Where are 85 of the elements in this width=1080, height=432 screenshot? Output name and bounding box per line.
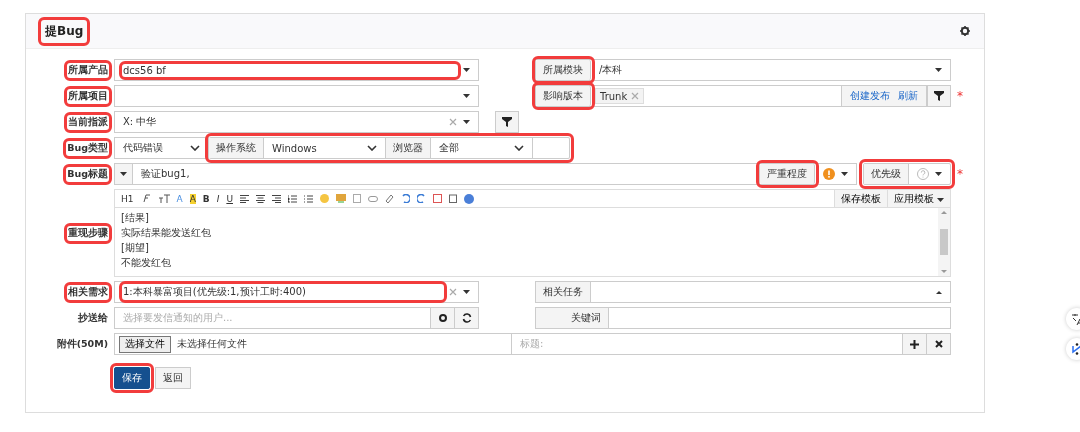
scrollbar[interactable] <box>938 208 950 276</box>
choose-file-button[interactable]: 选择文件 <box>119 335 171 353</box>
plus-icon <box>910 339 919 349</box>
steps-editor[interactable]: [结果] 实际结果能发送红包 [期望] 不能发红包 <box>114 207 951 277</box>
editor-line: 实际结果能发送红包 <box>121 226 212 240</box>
link[interactable]: 刷新 <box>898 89 918 103</box>
link-icon[interactable] <box>367 195 378 202</box>
caret-icon <box>935 172 942 176</box>
version-tag[interactable]: Trunk <box>595 88 645 104</box>
caret-icon <box>463 120 470 124</box>
caret-icon <box>937 197 944 202</box>
title-input[interactable]: 验证bug1, <box>114 163 760 185</box>
chevron-icon <box>367 145 377 151</box>
caret-icon <box>936 290 942 294</box>
page-break-icon[interactable] <box>432 194 442 203</box>
align-center-icon[interactable] <box>255 194 265 203</box>
type-select[interactable]: 代码错误 <box>114 137 209 159</box>
font-size-icon[interactable] <box>157 194 170 203</box>
translate-icon <box>1071 313 1080 325</box>
required-mark: * <box>957 167 964 181</box>
underline-tool[interactable]: U <box>226 193 233 204</box>
caret-icon <box>463 94 470 98</box>
filter-button[interactable] <box>495 111 519 133</box>
remove-button[interactable] <box>927 333 951 355</box>
file-icon[interactable] <box>352 194 361 203</box>
help-icon[interactable] <box>463 193 474 204</box>
field-label: 附件(50M) <box>56 337 108 351</box>
editor-line: 不能发红包 <box>121 256 172 270</box>
editor-line: [结果] <box>121 211 150 225</box>
numbered-list-icon[interactable] <box>287 194 297 203</box>
question-icon <box>917 168 929 180</box>
task-select[interactable]: 相关任务 <box>535 281 951 303</box>
back-button[interactable]: 返回 <box>155 367 191 389</box>
align-left-icon[interactable] <box>239 194 249 203</box>
refresh-button[interactable] <box>455 307 479 329</box>
scroll-up-icon[interactable] <box>941 211 947 214</box>
os-select[interactable]: Windows <box>264 138 385 158</box>
settings-icon[interactable] <box>960 26 970 36</box>
assignee-select[interactable]: X: 中华 <box>114 111 479 133</box>
refresh-icon <box>461 313 472 323</box>
color-caret-icon <box>120 172 127 176</box>
settings-icon <box>437 313 448 323</box>
chevron-icon <box>190 145 200 151</box>
filter-icon <box>502 117 512 127</box>
editor-line: [期望] <box>121 241 150 255</box>
file-input[interactable]: 选择文件 未选择任何文件 <box>114 333 512 355</box>
bullet-list-icon[interactable] <box>303 194 313 203</box>
caret-icon <box>463 68 470 72</box>
clear-icon[interactable] <box>449 118 457 126</box>
highlight-tool[interactable]: A <box>189 193 196 204</box>
undo-icon[interactable] <box>400 194 410 203</box>
filter-button[interactable] <box>927 85 951 107</box>
caret-icon <box>463 290 470 294</box>
filter-icon <box>934 91 944 101</box>
template-button[interactable]: 应用模板 <box>886 190 950 207</box>
story-select[interactable]: 1:本科暴富项目(优先级:1,预计工时:400) <box>114 281 479 303</box>
align-right-icon[interactable] <box>271 194 281 203</box>
font-family-icon[interactable] <box>140 194 151 203</box>
italic-tool[interactable]: I <box>216 193 220 204</box>
module-select[interactable]: 所属模块 /本科 <box>535 59 951 81</box>
product-select[interactable]: dcs56 bf <box>114 59 479 81</box>
chevron-icon <box>514 145 524 151</box>
file-status: 未选择任何文件 <box>177 337 247 351</box>
close-icon <box>934 340 943 348</box>
browser-select[interactable]: 全部 <box>431 138 532 158</box>
settings-button[interactable] <box>431 307 455 329</box>
link[interactable]: 创建发布 <box>850 89 890 103</box>
keywords-input[interactable]: 关键词 <box>535 307 951 329</box>
heading-tool[interactable]: H1 <box>121 193 134 204</box>
os-label: 操作系统 <box>209 138 264 158</box>
image-icon[interactable] <box>335 194 346 203</box>
build-select[interactable]: 影响版本 Trunk <box>535 85 842 107</box>
paste-icon[interactable] <box>448 194 457 203</box>
redo-icon[interactable] <box>416 194 426 203</box>
bold-tool[interactable]: B <box>202 193 210 204</box>
eraser-icon[interactable] <box>384 194 394 203</box>
required-mark: * <box>957 89 964 103</box>
browser-label: 浏览器 <box>385 138 431 158</box>
add-button[interactable] <box>903 333 927 355</box>
caret-icon <box>935 68 942 72</box>
clear-icon[interactable] <box>449 288 457 296</box>
field-label: 抄送给 <box>78 311 108 325</box>
template-button[interactable]: 保存模板 <box>833 190 887 207</box>
network-icon <box>1071 343 1080 355</box>
scroll-down-icon[interactable] <box>941 270 947 273</box>
